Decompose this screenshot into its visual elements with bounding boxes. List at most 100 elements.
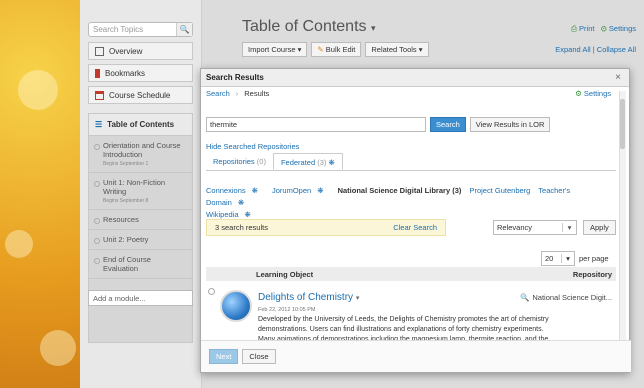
list-icon: ☰ (95, 120, 103, 129)
print-link[interactable]: Print (579, 24, 594, 33)
per-page-value: 20 (545, 254, 554, 263)
apply-button[interactable]: Apply (583, 220, 616, 235)
search-row: thermite Search View Results in LOR (206, 117, 551, 132)
repo-label: JorumOpen (272, 186, 312, 195)
chevron-down-icon: ▾ (561, 254, 574, 263)
repo-gutenberg[interactable]: Project Gutenberg (469, 186, 530, 195)
nav-course-schedule[interactable]: Course Schedule (88, 86, 193, 104)
repo-jorumopen[interactable]: JorumOpen ❋ (272, 186, 329, 195)
repo-label: Connexions (206, 186, 246, 195)
sort-value: Relevancy (497, 223, 533, 232)
settings-link[interactable]: Settings (609, 24, 636, 33)
nav-label: Bookmarks (105, 68, 146, 78)
toc-item[interactable]: Unit 1: Non-Fiction Writing Begins Septe… (89, 173, 192, 210)
repo-label: Wikipedia (206, 210, 239, 219)
scrollbar-thumb[interactable] (620, 99, 625, 149)
repo-nsdl[interactable]: National Science Digital Library (3) (338, 186, 462, 195)
add-module-placeholder: Add a module... (93, 293, 146, 303)
toc-item[interactable]: Unit 2: Poetry (89, 230, 192, 250)
repository-tabs: Repositories (0) Federated (3) ❋ (206, 153, 616, 171)
result-repository: 🔍 National Science Digit... (520, 293, 612, 302)
search-icon[interactable]: 🔍 (176, 23, 192, 36)
dialog-settings-label: Settings (583, 89, 611, 98)
toc-item[interactable]: End of Course Evaluation (89, 250, 192, 279)
toc-item-sub: Begins September 1 (103, 161, 149, 167)
nav-label: Course Schedule (109, 90, 171, 100)
gear-icon: ⚙ (600, 24, 607, 33)
print-icon: ⎙ (570, 24, 577, 33)
dialog-title: Search Results (206, 73, 264, 82)
tab-label: Federated (280, 158, 316, 167)
import-course-button[interactable]: Import Course ▾ (242, 42, 308, 57)
globe-icon (220, 290, 252, 322)
search-query: thermite (210, 120, 238, 129)
result-title[interactable]: Delights of Chemistry ▾ (258, 292, 359, 303)
page-title: Table of Contents ▾ (242, 18, 376, 36)
view-results-lor-button[interactable]: View Results in LOR (469, 117, 551, 132)
close-button[interactable]: Close (242, 349, 276, 364)
import-course-label: Import Course (248, 45, 296, 54)
hide-repositories-link[interactable]: Hide Searched Repositories (206, 142, 299, 151)
result-radio[interactable] (208, 288, 215, 295)
toc-item-label: End of Course Evaluation (103, 255, 151, 273)
nav-bookmarks[interactable]: Bookmarks (88, 64, 193, 82)
toc-item[interactable]: Orientation and Course Introduction Begi… (89, 136, 192, 173)
background-bokeh (18, 70, 58, 110)
search-topics-input[interactable]: Search Topics 🔍 (88, 22, 193, 37)
tab-repositories[interactable]: Repositories (0) (206, 153, 273, 170)
tab-count: (0) (256, 157, 266, 166)
repo-wikipedia[interactable]: Wikipedia ❋ (206, 210, 257, 219)
next-button[interactable]: Next (209, 349, 239, 364)
search-placeholder: Search Topics (93, 25, 144, 34)
toolbar: Import Course ▾ ✎ Bulk Edit Related Tool… (242, 42, 429, 57)
toc-header[interactable]: ☰ Table of Contents (89, 114, 192, 136)
repository-list: Connexions ❋ JorumOpen ❋ National Science … (206, 185, 616, 221)
document-icon (95, 46, 104, 56)
sidebar: Search Topics 🔍 Overview Bookmarks Cours… (80, 0, 202, 388)
bookmark-icon (95, 68, 100, 78)
search-results-dialog: Search Results × Search › Results ⚙ Settin… (200, 68, 631, 373)
background-bokeh (5, 230, 33, 258)
tab-label: Repositories (213, 157, 255, 166)
breadcrumb: Search › Results (206, 89, 617, 98)
result-title-text: Delights of Chemistry (258, 292, 354, 303)
chevron-down-icon[interactable]: ▾ (371, 23, 376, 33)
chevron-down-icon[interactable]: ▾ (356, 295, 360, 302)
add-module-input[interactable]: Add a module... (88, 290, 193, 306)
dialog-header: Search Results (201, 69, 629, 87)
sort-select[interactable]: Relevancy ▾ (493, 220, 577, 235)
background-bokeh (40, 330, 76, 366)
spinner-icon: ❋ (244, 210, 251, 219)
toc-item[interactable]: Resources (89, 210, 192, 230)
repo-connexions[interactable]: Connexions ❋ (206, 186, 264, 195)
breadcrumb-search[interactable]: Search (206, 89, 230, 98)
related-tools-button[interactable]: Related Tools ▾ (365, 42, 429, 57)
toc-item-label: Unit 1: Non-Fiction Writing (103, 178, 166, 196)
clear-search-link[interactable]: Clear Search (393, 223, 437, 232)
toc-item-label: Unit 2: Poetry (103, 235, 149, 244)
spinner-icon: ❋ (328, 158, 335, 167)
per-page-select[interactable]: 20 ▾ (541, 251, 575, 266)
per-page: 20 ▾ per page (541, 251, 609, 266)
search-button[interactable]: Search (430, 117, 466, 132)
search-input[interactable]: thermite (206, 117, 426, 132)
spinner-icon: ❋ (317, 186, 324, 195)
result-date: Feb 22, 2012 10:05 PM (258, 307, 316, 313)
col-repository: Repository (572, 269, 612, 279)
collapse-all-link[interactable]: Collapse All (597, 45, 636, 54)
page-title-text: Table of Contents (242, 18, 367, 35)
dialog-settings[interactable]: ⚙ Settings (575, 89, 611, 98)
col-learning-object: Learning Object (256, 269, 314, 279)
tab-count: (3) (317, 158, 327, 167)
toc-panel: ☰ Table of Contents Orientation and Cour… (88, 113, 193, 343)
table-row: Delights of Chemistry ▾ Feb 22, 2012 10:… (206, 284, 616, 344)
nav-overview[interactable]: Overview (88, 42, 193, 60)
toc-item-label: Resources (103, 215, 139, 224)
results-count: 3 search results (215, 223, 268, 232)
breadcrumb-results: Results (244, 89, 270, 98)
tab-federated[interactable]: Federated (3) ❋ (272, 153, 343, 170)
expand-all-link[interactable]: Expand All (555, 45, 590, 54)
close-icon[interactable]: × (615, 72, 621, 83)
per-page-label: per page (579, 254, 609, 263)
bulk-edit-button[interactable]: ✎ Bulk Edit (311, 42, 362, 57)
